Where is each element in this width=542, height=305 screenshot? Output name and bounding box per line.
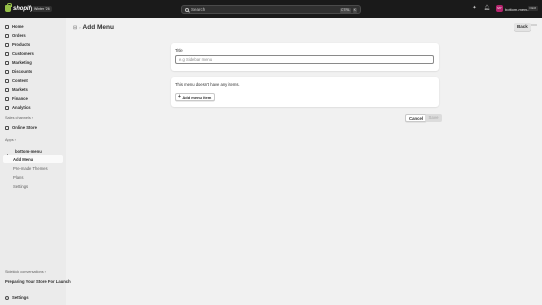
sidebar-item-label: Analytics [12,105,31,110]
sub-item-label: Plans [13,174,24,180]
marketing-icon [5,60,9,65]
sidebar-item-label: Settings [12,295,29,300]
sidebar-item-label: Finance [12,96,28,101]
sidebar-item-label: Home [12,24,24,29]
empty-state-text: This menu doesn't have any items. [175,82,240,87]
section-label: Apps [5,138,14,142]
orders-icon [5,33,9,38]
analytics-icon [5,105,9,110]
home-icon [5,24,9,29]
more-actions-button[interactable]: ⋯ [530,23,538,31]
sub-item-label: Add Menu [13,156,34,162]
sidebar-item-pre-made-themes[interactable]: Pre-made Themes [3,164,63,172]
page-header: ⊟ › Add Menu [73,23,114,32]
title-field-label: Title [175,48,183,53]
sub-item-label: Settings [13,183,29,189]
sidebar-item-products[interactable]: Products [3,41,63,48]
title-input[interactable] [175,55,434,64]
conversation-label: Preparing Your Store For Launch [5,279,71,284]
sidekick-conversation-item[interactable]: Preparing Your Store For Launch [3,278,71,285]
sidebar-item-app-settings[interactable]: Settings [3,182,63,190]
top-bar: shopify Winter '26 CTRL K ✦ 🔔︎ MY bottom… [0,0,542,18]
sidebar-item-analytics[interactable]: Analytics [3,104,63,111]
discounts-icon [5,69,9,74]
store-avatar[interactable]: MY [496,5,503,12]
edition-badge[interactable]: Winter '26 [32,6,52,12]
sidebar-item-label: Content [12,78,28,83]
back-button[interactable]: Back [514,23,531,31]
sub-item-label: Pre-made Themes [13,165,48,171]
sidebar-item-markets[interactable]: Markets [3,86,63,93]
bell-icon[interactable]: 🔔︎ [484,6,490,11]
shopify-logo[interactable]: shopify [5,3,34,12]
plus-icon: + [178,93,181,100]
search-bar[interactable]: CTRL K [181,5,361,14]
sidebar-item-label: Markets [12,87,28,92]
products-icon [5,42,9,47]
sidebar-item-discounts[interactable]: Discounts [3,68,63,75]
store-badge: DEM [528,6,538,11]
page-title: Add Menu [82,24,114,31]
shortcut-ctrl: CTRL [339,7,351,13]
chevron-right-icon: › [31,116,34,120]
section-label: Sidekick conversations [5,270,44,274]
chevron-right-icon: › [44,270,46,274]
markets-icon [5,87,9,92]
sidebar-item-customers[interactable]: Customers [3,50,63,57]
sales-channels-header[interactable]: Sales channels › [5,116,33,120]
shopify-bag-icon [5,3,12,12]
sidebar-item-label: Discounts [12,69,33,74]
sidebar-item-settings[interactable]: Settings [3,294,63,301]
app-menu-icon[interactable]: ⊟ [73,25,77,31]
shortcut-k: K [352,7,357,13]
sidebar-item-label: Online Store [12,125,37,130]
save-button[interactable]: Save [425,114,443,122]
search-input[interactable] [191,7,341,12]
sidebar-item-plans[interactable]: Plans [3,173,63,181]
app-name: bottom-menu [15,149,42,154]
chevron-right-icon: › [14,138,16,142]
logo-text: shopify [13,5,34,12]
cancel-button[interactable]: Cancel [405,114,428,122]
store-name[interactable]: bottom-menu [505,7,529,12]
add-menu-item-button[interactable]: + Add menu item [175,93,216,101]
apps-header[interactable]: Apps › [5,138,16,142]
search-icon [185,7,189,12]
app-bottom-menu[interactable]: bottom-menu [3,148,63,155]
sidekick-icon[interactable]: ✦ [472,6,477,11]
finance-icon [5,96,9,101]
sidebar-item-label: Orders [12,33,26,38]
sidebar-item-label: Marketing [12,60,32,65]
gear-icon [5,295,9,300]
sidebar-item-finance[interactable]: Finance [3,95,63,102]
title-card: Title [171,43,439,71]
add-menu-item-label: Add menu item [182,94,212,100]
sidebar-item-label: Products [12,42,31,47]
sidebar: Home Orders Products Customers Marketing… [0,18,71,305]
sidebar-item-content[interactable]: Content [3,77,63,84]
customers-icon [5,51,9,56]
sidebar-item-home[interactable]: Home [3,23,63,30]
sidebar-item-online-store[interactable]: Online Store [3,124,63,131]
sidebar-item-marketing[interactable]: Marketing [3,59,63,66]
sidebar-item-add-menu[interactable]: Add Menu [3,155,63,163]
menu-items-card: This menu doesn't have any items. + Add … [171,77,439,107]
chevron-right-icon: › [79,25,81,30]
store-icon [5,125,9,130]
section-label: Sales channels [5,116,31,120]
content-icon [5,78,9,83]
sidebar-item-orders[interactable]: Orders [3,32,63,39]
sidekick-conversations-header[interactable]: Sidekick conversations › [5,270,46,274]
sidebar-item-label: Customers [12,51,34,56]
